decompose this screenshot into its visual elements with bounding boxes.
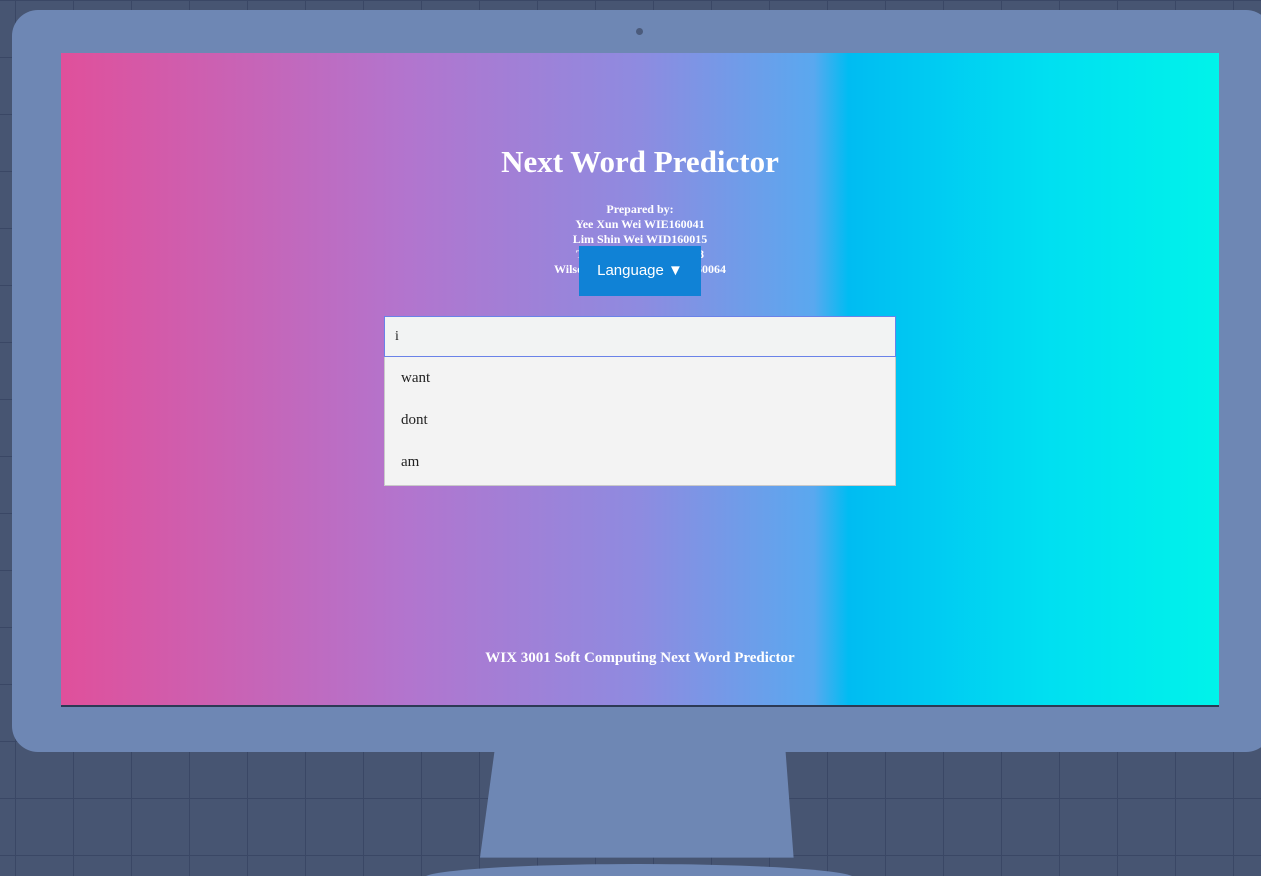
suggestions-dropdown: want dont am (384, 357, 896, 486)
monitor-stand-base (424, 864, 854, 876)
camera-dot-icon (636, 28, 643, 35)
monitor-stand (480, 752, 794, 858)
page-title: Next Word Predictor (501, 144, 779, 179)
footer-text: WIX 3001 Soft Computing Next Word Predic… (485, 650, 795, 666)
suggestion-item[interactable]: am (385, 441, 895, 483)
author-line: Lim Shin Wei WID160015 (572, 232, 708, 246)
screen: Next Word Predictor Prepared by: Yee Xun… (61, 53, 1219, 707)
word-input[interactable] (384, 316, 896, 357)
credits-heading: Prepared by: (606, 202, 674, 216)
language-button[interactable]: Language ▼ (579, 246, 701, 296)
author-line: Yee Xun Wei WIE160041 (575, 217, 705, 231)
suggestion-item[interactable]: dont (385, 399, 895, 441)
suggestion-item[interactable]: want (385, 357, 895, 399)
